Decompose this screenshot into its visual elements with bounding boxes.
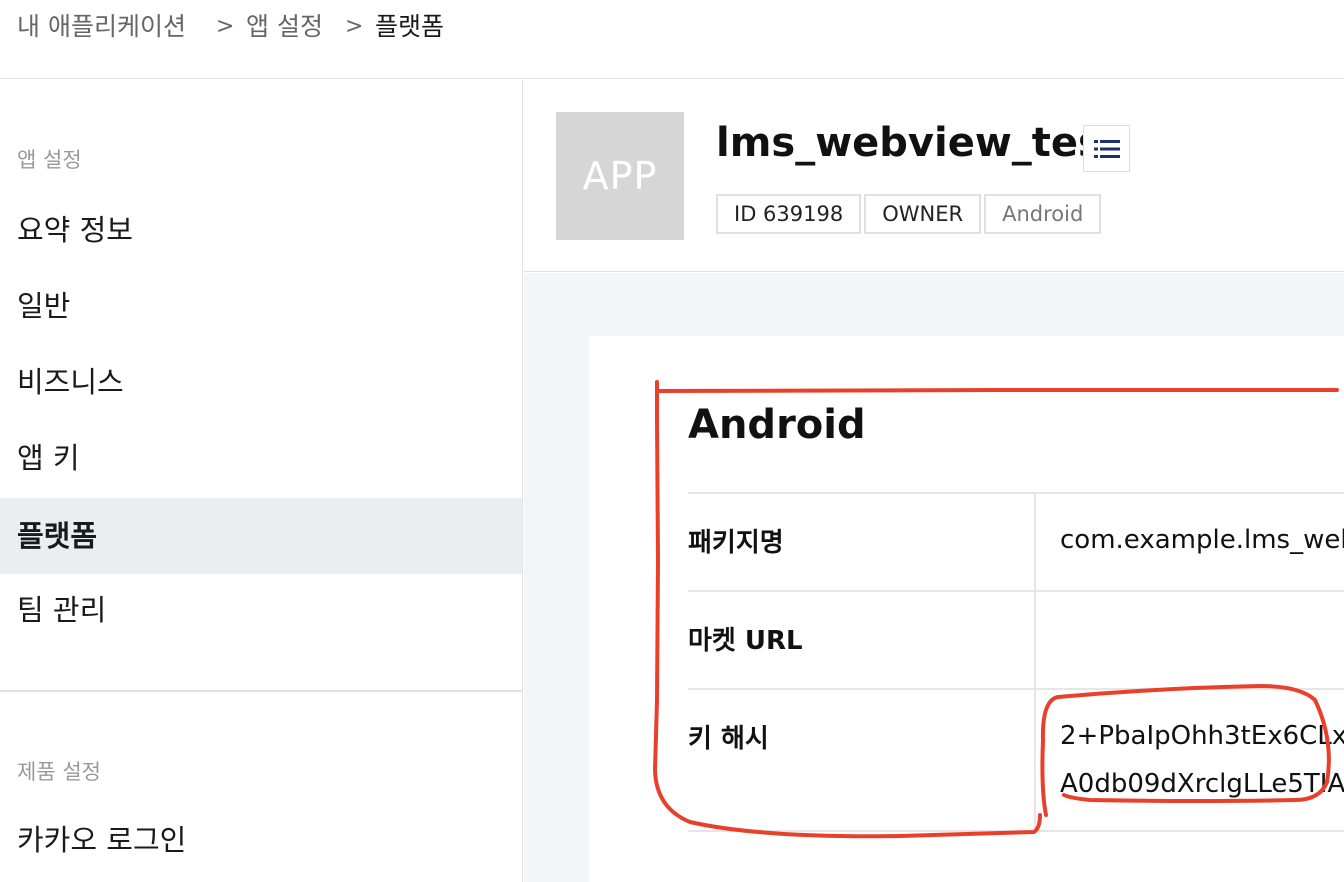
sidebar: 앱 설정 요약 정보 일반 비즈니스 앱 키 플랫폼 팀 관리 제품 설정 카카… — [0, 80, 523, 882]
table-divider — [688, 492, 1344, 494]
breadcrumb-app-settings[interactable]: 앱 설정 — [246, 10, 323, 44]
app-header: APP lms_webview_test ID 639198 OWNER And… — [524, 80, 1344, 272]
breadcrumb-platform: 플랫폼 — [375, 12, 445, 41]
platform-title: Android — [688, 402, 866, 448]
sidebar-divider — [0, 690, 522, 692]
app-thumbnail: APP — [556, 112, 684, 240]
table-divider — [688, 830, 1344, 832]
package-name-label: 패키지명 — [688, 528, 784, 558]
app-tags: ID 639198 OWNER Android — [716, 194, 1102, 234]
list-icon — [1093, 139, 1120, 158]
breadcrumb-separator: > — [345, 14, 364, 39]
breadcrumb-separator: > — [216, 14, 235, 39]
breadcrumb: 내 애플리케이션 > 앱 설정 > 플랫폼 — [0, 0, 1344, 79]
app-platform-tag: Android — [984, 194, 1102, 234]
sidebar-section-product-settings: 제품 설정 — [17, 760, 101, 784]
app-id-tag: ID 639198 — [716, 194, 862, 234]
sidebar-item-business[interactable]: 비즈니스 — [0, 344, 522, 420]
app-role-tag: OWNER — [864, 194, 982, 234]
table-divider — [688, 590, 1344, 592]
sidebar-item-general[interactable]: 일반 — [0, 268, 522, 344]
sidebar-section-app-settings: 앱 설정 — [17, 148, 82, 172]
table-divider — [688, 688, 1344, 690]
key-hash-value-line-2: A0db09dXrclgLLe5TIAv — [1060, 769, 1344, 799]
sidebar-item-summary[interactable]: 요약 정보 — [0, 192, 522, 268]
app-list-button[interactable] — [1083, 125, 1130, 172]
key-hash-label: 키 해시 — [688, 724, 769, 754]
sidebar-item-kakao-login[interactable]: 카카오 로그인 — [0, 802, 522, 878]
market-url-label: 마켓 URL — [688, 626, 803, 656]
sidebar-item-team[interactable]: 팀 관리 — [0, 572, 522, 648]
sidebar-item-platform[interactable]: 플랫폼 — [0, 498, 522, 574]
breadcrumb-my-apps[interactable]: 내 애플리케이션 — [17, 10, 186, 44]
package-name-value: com.example.lms_web — [1060, 525, 1344, 555]
table-column-divider — [1034, 494, 1036, 832]
key-hash-value-line-1: 2+PbaIpOhh3tEx6CLxZ — [1060, 721, 1344, 751]
app-name: lms_webview_test — [716, 120, 1121, 166]
sidebar-item-app-key[interactable]: 앱 키 — [0, 420, 522, 496]
